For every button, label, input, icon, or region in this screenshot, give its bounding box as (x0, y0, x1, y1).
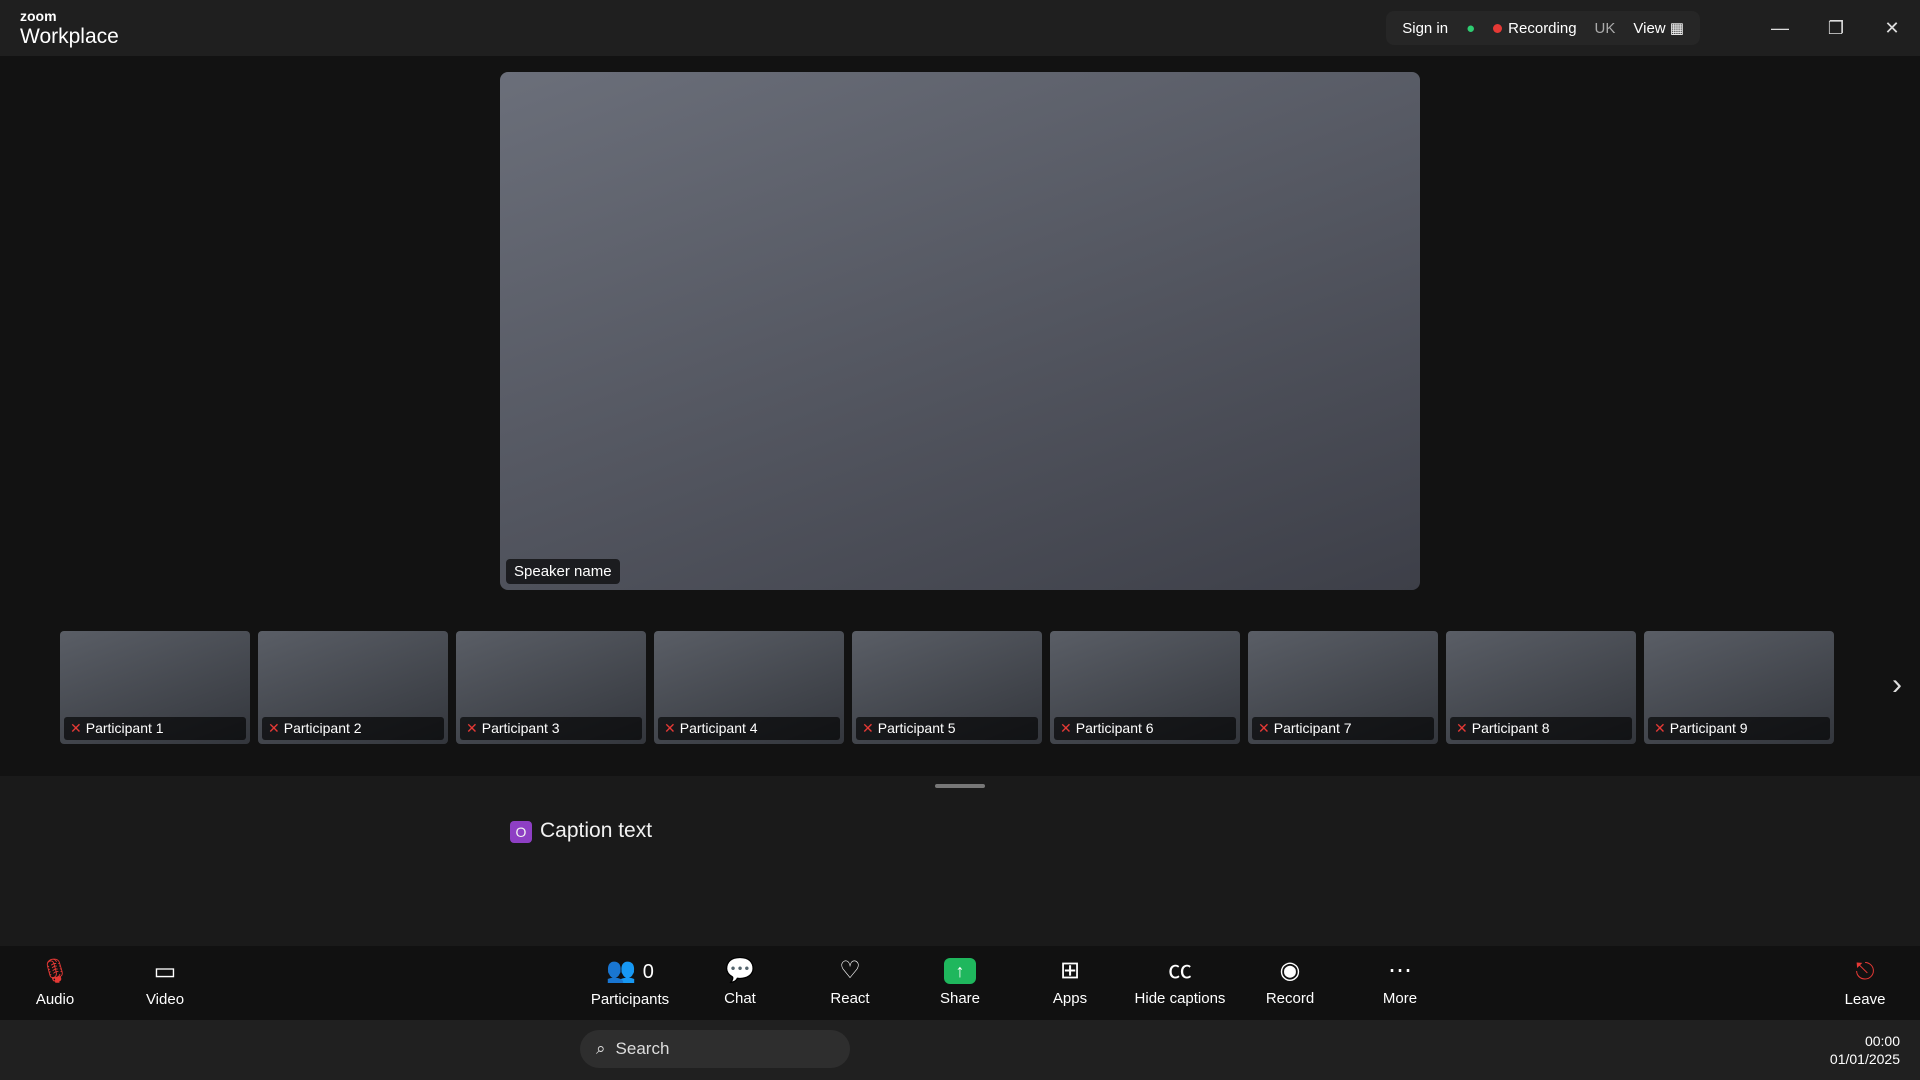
resize-handle[interactable] (935, 784, 985, 788)
caption-text: Caption text (540, 819, 653, 842)
clock[interactable]: 00:00 01/01/2025 (1830, 1032, 1900, 1068)
participant-tile[interactable]: ✕ Participant 2 (258, 631, 448, 744)
taskbar-search[interactable]: ⌕ Search (580, 1030, 850, 1068)
apps-button[interactable]: ⊞ Apps (1015, 958, 1125, 1008)
mic-muted-icon: ✕ (268, 720, 280, 736)
recording-indicator[interactable]: Recording (1493, 20, 1577, 37)
restore-icon[interactable]: ❐ (1808, 0, 1864, 56)
camera-icon: ▭ (153, 957, 177, 985)
mic-muted-icon: ✕ (1060, 720, 1072, 736)
audio-button[interactable]: 🎙 Audio (0, 957, 110, 1008)
window-controls: — ❐ ✕ (1752, 0, 1920, 56)
mic-muted-icon: ✕ (1456, 720, 1468, 736)
mic-muted-icon: ✕ (664, 720, 676, 736)
meeting-stage: Speaker name ✕ Participant 1 ✕ Participant… (0, 56, 1920, 776)
recording-dot-icon (1493, 23, 1503, 33)
speaker-badge: O (510, 821, 532, 843)
meeting-toolbar: 🎙 Audio ▭ Video 👥 0 Participants 💬 Chat ♡ Rea… (0, 946, 1920, 1020)
video-button[interactable]: ▭ Video (110, 957, 220, 1008)
search-icon: ⌕ (596, 1039, 606, 1058)
mic-muted-icon: ✕ (466, 720, 478, 736)
windows-taskbar: ⌕ Search 00:00 01/01/2025 (0, 1020, 1920, 1080)
captions-panel: O Caption text (0, 776, 1920, 946)
close-icon[interactable]: ✕ (1864, 0, 1920, 56)
share-icon: ↑ (944, 958, 976, 984)
zoom-logo: zoom Workplace (20, 8, 119, 48)
apps-icon: ⊞ (1059, 957, 1081, 984)
captions-button[interactable]: ㏄ Hide captions (1125, 958, 1235, 1008)
shield-icon[interactable]: ● (1466, 20, 1475, 37)
heart-icon: ♡ (839, 957, 861, 984)
participant-tile[interactable]: ✕ Participant 4 (654, 631, 844, 744)
record-icon: ◉ (1279, 957, 1301, 984)
people-icon: 👥 0 (606, 957, 654, 984)
mic-muted-icon: ✕ (1258, 720, 1270, 736)
record-button[interactable]: ◉ Record (1235, 958, 1345, 1008)
participant-tile[interactable]: ✕ Participant 7 (1248, 631, 1438, 744)
title-bar: zoom Workplace Sign in ● Recording UK Vi… (0, 0, 1920, 56)
participant-tile[interactable]: ✕ Participant 5 (852, 631, 1042, 744)
more-button[interactable]: ⋯ More (1345, 958, 1455, 1008)
grid-icon: ▦ (1669, 20, 1684, 37)
mic-muted-icon: ✕ (1654, 720, 1666, 736)
participant-tile[interactable]: ✕ Participant 9 (1644, 631, 1834, 744)
speaker-name-label: Speaker name (506, 559, 620, 584)
react-button[interactable]: ♡ React (795, 958, 905, 1008)
minimize-icon[interactable]: — (1752, 0, 1808, 56)
participant-strip: ✕ Participant 1 ✕ Participant 2 ✕ Participa… (60, 631, 1900, 746)
more-icon: ⋯ (1388, 957, 1412, 984)
active-speaker-video[interactable]: Speaker name (500, 72, 1420, 590)
meeting-status-bar: Sign in ● Recording UK View ▦ (1386, 11, 1700, 45)
leave-button[interactable]: ⎋ Leave (1810, 957, 1920, 1008)
chat-icon: 💬 (725, 957, 755, 984)
participant-tile[interactable]: ✕ Participant 8 (1446, 631, 1636, 744)
participants-button[interactable]: 👥 0 Participants (575, 957, 685, 1009)
participant-tile[interactable]: ✕ Participant 3 (456, 631, 646, 744)
mic-muted-icon: 🎙 (39, 957, 71, 985)
system-tray: 00:00 01/01/2025 (1812, 1032, 1900, 1068)
region-label: UK (1594, 19, 1616, 37)
view-button[interactable]: View ▦ (1633, 19, 1684, 37)
sign-in-button[interactable]: Sign in (1402, 20, 1448, 37)
leave-icon: ⎋ (1855, 957, 1875, 985)
chat-button[interactable]: 💬 Chat (685, 958, 795, 1008)
participant-tile[interactable]: ✕ Participant 1 (60, 631, 250, 744)
participant-tile[interactable]: ✕ Participant 6 (1050, 631, 1240, 744)
cc-icon: ㏄ (1168, 957, 1192, 984)
share-button[interactable]: ↑ Share (905, 958, 1015, 1008)
mic-muted-icon: ✕ (70, 720, 82, 736)
mic-muted-icon: ✕ (862, 720, 874, 736)
chevron-right-icon[interactable]: › (1892, 668, 1902, 702)
